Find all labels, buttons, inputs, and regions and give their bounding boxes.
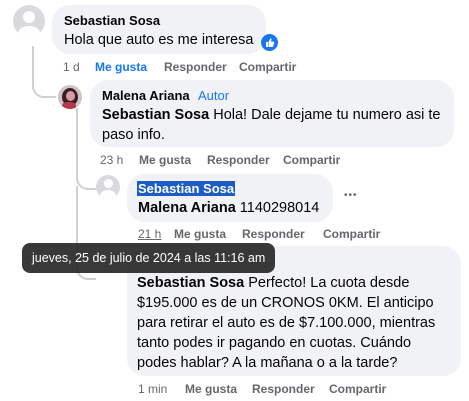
reply-button[interactable]: Responder (242, 227, 305, 241)
comment-time[interactable]: 1 min (138, 382, 167, 396)
author-badge: Autor (198, 88, 230, 103)
comment-author[interactable]: Sebastian Sosa (64, 13, 160, 28)
avatar[interactable] (96, 175, 120, 199)
avatar[interactable] (13, 5, 45, 37)
mention-link[interactable]: Sebastian Sosa (102, 107, 209, 123)
thread-line (32, 72, 56, 98)
timestamp-tooltip: jueves, 25 de julio de 2024 a las 11:16 … (22, 243, 276, 273)
reply-button[interactable]: Responder (252, 382, 315, 396)
share-button[interactable]: Compartir (239, 60, 296, 74)
comment-text: Sebastian Sosa Hola! Dale dejame tu nume… (102, 107, 441, 143)
reply-button[interactable]: Responder (207, 153, 270, 167)
share-button[interactable]: Compartir (283, 153, 340, 167)
mention-link[interactable]: Malena Ariana (138, 200, 236, 216)
like-icon[interactable] (260, 33, 279, 52)
thread-line (76, 168, 96, 190)
comment-text: Hola que auto es me interesa (64, 32, 254, 48)
comment-author[interactable]: Malena Ariana (102, 88, 190, 103)
reply-button[interactable]: Responder (164, 60, 227, 74)
comment-actions: 1 d Me gusta Responder Compartir (63, 60, 323, 76)
like-button[interactable]: Me gusta (95, 60, 147, 74)
share-button[interactable]: Compartir (323, 227, 380, 241)
thread-line (76, 108, 78, 170)
more-options-icon[interactable]: ••• (344, 190, 358, 201)
comment-author[interactable]: Sebastian Sosa (137, 181, 236, 196)
mention-link[interactable]: Sebastian Sosa (137, 275, 244, 291)
comment-actions: 23 h Me gusta Responder Compartir (100, 153, 360, 169)
comment-time[interactable]: 1 d (63, 60, 80, 74)
comment-actions: 21 h Me gusta Responder Compartir (138, 227, 398, 243)
like-button[interactable]: Me gusta (139, 153, 191, 167)
comment-actions: 1 min Me gusta Responder Compartir (138, 382, 398, 398)
comment-time[interactable]: 21 h (138, 227, 161, 241)
avatar[interactable] (58, 85, 82, 109)
comment-text: Sebastian Sosa Perfecto! La cuota desde … (137, 275, 436, 371)
comment-text: Malena Ariana 1140298014 (138, 200, 320, 216)
comment-time[interactable]: 23 h (100, 153, 123, 167)
like-button[interactable]: Me gusta (174, 227, 226, 241)
share-button[interactable]: Compartir (329, 382, 386, 396)
like-button[interactable]: Me gusta (185, 382, 237, 396)
